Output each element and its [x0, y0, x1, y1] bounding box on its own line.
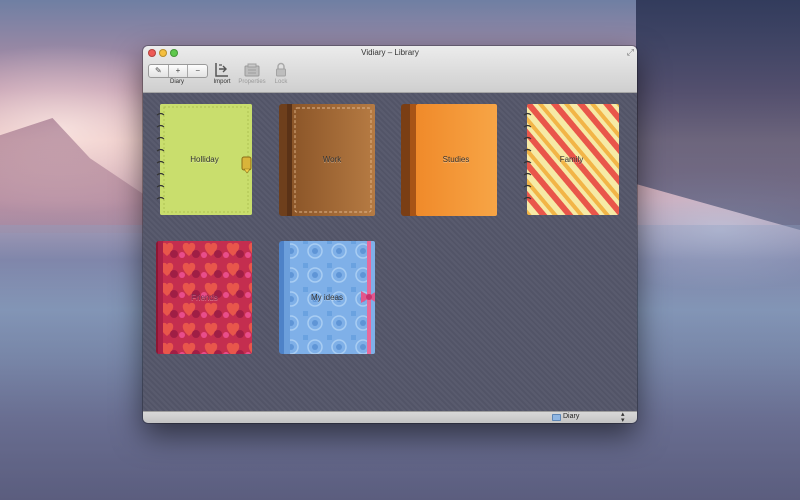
properties-label: Properties — [238, 79, 266, 85]
selected-diary-popup[interactable]: Diary — [563, 413, 579, 420]
diary-title: Work — [322, 155, 342, 164]
properties-button[interactable] — [242, 61, 262, 78]
app-window: Vidiary – Library ⤢ ✎ + − Diary Import P… — [143, 46, 637, 423]
diary-title: Holliday — [190, 155, 219, 164]
diary-folder-icon — [552, 414, 561, 421]
diary-title: My ideas — [310, 292, 343, 302]
add-diary-button[interactable]: + — [169, 65, 189, 77]
properties-icon — [244, 63, 260, 76]
window-title: Vidiary – Library — [361, 48, 419, 57]
import-icon — [215, 63, 228, 77]
diary-segmented-control: ✎ + − — [148, 64, 208, 78]
lock-icon — [276, 62, 286, 77]
diary-title: Studies — [442, 155, 470, 164]
lock-label: Lock — [274, 79, 288, 85]
import-button[interactable] — [212, 61, 232, 78]
titlebar: Vidiary – Library ⤢ ✎ + − Diary Import P… — [143, 46, 637, 93]
import-label: Import — [213, 79, 231, 85]
diary-book-work[interactable]: Work — [279, 102, 375, 217]
diary-book-my-ideas[interactable]: My ideas — [279, 239, 375, 355]
diary-book-family[interactable]: Family — [523, 102, 620, 217]
edit-diary-button[interactable]: ✎ — [149, 65, 169, 77]
diary-title: Family — [559, 155, 584, 164]
diary-book-friends[interactable]: Friends — [156, 239, 253, 355]
library-shelf: Holliday Work Studies Family Friends My … — [143, 93, 637, 411]
fullscreen-icon[interactable]: ⤢ — [627, 47, 634, 58]
remove-diary-button[interactable]: − — [188, 65, 207, 77]
lock-button[interactable] — [271, 61, 291, 78]
diary-book-studies[interactable]: Studies — [401, 102, 497, 217]
diary-book-holliday[interactable]: Holliday — [156, 102, 253, 217]
popup-arrows-icon[interactable]: ▴ ▾ — [621, 411, 625, 423]
diary-label: Diary — [169, 79, 184, 85]
status-bar: Diary ▴ ▾ — [143, 411, 637, 423]
diary-title: Friends — [191, 292, 218, 302]
